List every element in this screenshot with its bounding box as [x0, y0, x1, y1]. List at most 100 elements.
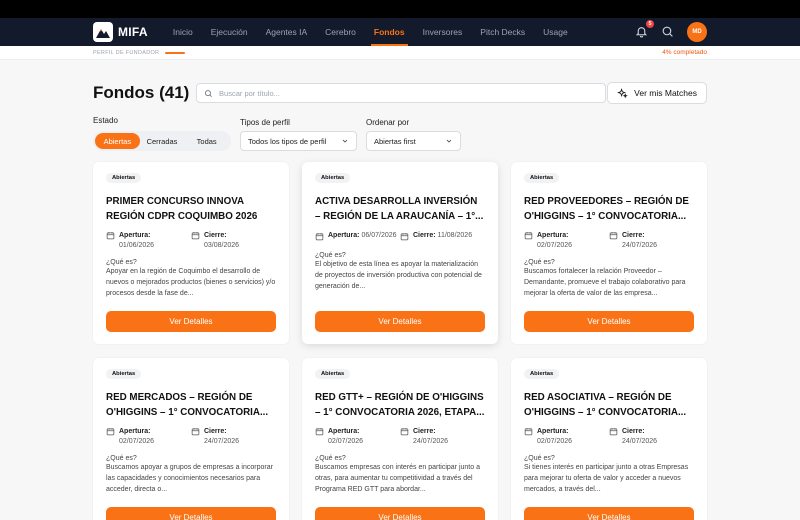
tipos-label: Tipos de perfil — [240, 118, 290, 127]
calendar-icon — [524, 232, 533, 240]
fund-description: Buscamos apoyar a grupos de empresas a i… — [106, 464, 273, 493]
cierre-date: Cierre: 24/07/2026 — [400, 427, 485, 447]
que-es-label: ¿Qué es? — [524, 455, 555, 462]
fund-dates: Apertura: 02/07/2026 Cierre: 24/07/2026 — [106, 427, 276, 447]
page-title: Fondos (41) — [93, 83, 190, 102]
calendar-icon — [524, 428, 533, 436]
cierre-date: Cierre: 24/07/2026 — [609, 231, 694, 251]
calendar-icon — [315, 232, 324, 240]
que-es-label: ¿Qué es? — [315, 455, 346, 462]
fund-card[interactable]: Abiertas RED PROVEEDORES – REGIÓN DE O'H… — [511, 162, 707, 344]
fund-description: Apoyar en la región de Coquimbo el desar… — [106, 268, 276, 297]
calendar-icon — [106, 232, 115, 240]
apertura-label: Apertura: — [537, 232, 569, 239]
apertura-date: Apertura: 02/07/2026 — [524, 231, 609, 251]
fund-title: ACTIVA DESARROLLA INVERSIÓN – REGIÓN DE … — [315, 196, 484, 222]
cierre-label: Cierre: — [622, 232, 645, 239]
fund-card[interactable]: Abiertas RED ASOCIATIVA – REGIÓN DE O'HI… — [511, 358, 707, 520]
fund-title: RED ASOCIATIVA – REGIÓN DE O'HIGGINS – 1… — [524, 392, 687, 418]
search-button[interactable] — [661, 25, 675, 39]
que-es-label: ¿Qué es? — [315, 252, 346, 259]
calendar-icon — [191, 232, 200, 240]
apertura-value: 01/06/2026 — [119, 242, 155, 249]
tipos-select[interactable]: Todos los tipos de perfil — [240, 131, 357, 151]
fund-card[interactable]: Abiertas ACTIVA DESARROLLA INVERSIÓN – R… — [302, 162, 498, 344]
main-content: Fondos (41) Ver mis Matches Estado Abier… — [0, 78, 800, 520]
logo[interactable]: MIFA — [93, 22, 148, 42]
notifications-button[interactable]: 5 — [635, 20, 654, 39]
search-box[interactable] — [196, 83, 607, 103]
estado-segmented-control: Abiertas Cerradas Todas — [93, 131, 231, 151]
fund-description: El objetivo de esta línea es apoyar la m… — [315, 261, 482, 290]
status-badge: Abiertas — [524, 369, 560, 379]
estado-label: Estado — [93, 116, 118, 125]
status-badge: Abiertas — [106, 369, 142, 379]
nav-item-pitch-decks[interactable]: Pitch Decks — [471, 18, 534, 46]
fund-dates: Apertura: 01/06/2026 Cierre: 03/08/2026 — [106, 231, 276, 251]
calendar-icon — [191, 428, 200, 436]
cierre-label: Cierre: — [622, 428, 645, 435]
cierre-label: Cierre: — [204, 428, 227, 435]
fund-card[interactable]: Abiertas PRIMER CONCURSO INNOVA REGIÓN C… — [93, 162, 289, 344]
cierre-label: Cierre: — [413, 232, 436, 239]
top-navbar: MIFA Inicio Ejecución Agentes IA Cerebro… — [0, 18, 800, 46]
nav-item-fondos[interactable]: Fondos — [365, 18, 414, 46]
see-details-button[interactable]: Ver Detalles — [524, 507, 694, 520]
estado-filter: Estado Abiertas Cerradas Todas — [93, 116, 240, 151]
cierre-date: Cierre: 11/08/2026 — [400, 231, 485, 241]
see-details-button[interactable]: Ver Detalles — [106, 311, 276, 332]
status-badge: Abiertas — [524, 173, 560, 183]
cierre-value: 24/07/2026 — [413, 438, 449, 445]
nav-item-agentes-ia[interactable]: Agentes IA — [257, 18, 317, 46]
estado-option-cerradas[interactable]: Cerradas — [140, 133, 185, 149]
see-matches-label: Ver mis Matches — [634, 88, 697, 98]
orden-select[interactable]: Abiertas first — [366, 131, 461, 151]
fund-card[interactable]: Abiertas RED GTT+ – REGIÓN DE O'HIGGINS … — [302, 358, 498, 520]
nav-item-inversores[interactable]: Inversores — [414, 18, 472, 46]
cierre-value: 24/07/2026 — [622, 438, 658, 445]
que-es-label: ¿Qué es? — [106, 259, 137, 266]
fund-dates: Apertura: 02/07/2026 Cierre: 24/07/2026 — [524, 231, 694, 251]
see-matches-button[interactable]: Ver mis Matches — [607, 82, 707, 104]
user-avatar[interactable]: MD — [687, 22, 707, 42]
apertura-date: Apertura: 01/06/2026 — [106, 231, 191, 251]
orden-label: Ordenar por — [366, 118, 410, 127]
profile-progress-bar — [165, 51, 186, 54]
fund-description: Buscamos empresas con interés en partici… — [315, 464, 480, 493]
see-details-button[interactable]: Ver Detalles — [106, 507, 276, 520]
apertura-value: 02/07/2026 — [537, 438, 573, 445]
search-icon — [662, 26, 673, 37]
page-header: Fondos (41) Ver mis Matches — [93, 78, 707, 108]
estado-option-todas[interactable]: Todas — [184, 133, 229, 149]
profile-progress-strip: PERFIL DE FUNDADOR 4% completado — [0, 46, 800, 60]
profile-progress-value: 4% completado — [662, 49, 707, 56]
apertura-label: Apertura: — [119, 232, 151, 239]
status-badge: Abiertas — [315, 369, 351, 379]
nav-item-cerebro[interactable]: Cerebro — [316, 18, 365, 46]
fund-title: RED MERCADOS – REGIÓN DE O'HIGGINS – 1° … — [106, 392, 269, 418]
search-input[interactable] — [219, 88, 599, 98]
nav-item-ejecucion[interactable]: Ejecución — [202, 18, 257, 46]
cierre-value: 24/07/2026 — [204, 438, 240, 445]
fund-dates: Apertura: 06/07/2026 Cierre: 11/08/2026 — [315, 231, 485, 241]
nav-item-inicio[interactable]: Inicio — [164, 18, 202, 46]
see-details-button[interactable]: Ver Detalles — [524, 311, 694, 332]
fund-dates: Apertura: 02/07/2026 Cierre: 24/07/2026 — [524, 427, 694, 447]
notification-count-badge: 5 — [646, 20, 654, 28]
see-details-button[interactable]: Ver Detalles — [315, 507, 485, 520]
cierre-label: Cierre: — [413, 428, 436, 435]
estado-option-abiertas[interactable]: Abiertas — [95, 133, 140, 149]
fund-dates: Apertura: 02/07/2026 Cierre: 24/07/2026 — [315, 427, 485, 447]
see-details-button[interactable]: Ver Detalles — [315, 311, 485, 332]
orden-select-value: Abiertas first — [374, 136, 416, 146]
fund-description: Si tienes interés en participar junto a … — [524, 464, 689, 493]
filters-bar: Estado Abiertas Cerradas Todas Tipos de … — [93, 116, 707, 151]
tipos-filter: Tipos de perfil Todos los tipos de perfi… — [240, 118, 366, 151]
nav-actions: 5 MD — [635, 20, 707, 42]
cierre-date: Cierre: 24/07/2026 — [191, 427, 276, 447]
apertura-value: 02/07/2026 — [119, 438, 155, 445]
fund-card[interactable]: Abiertas RED MERCADOS – REGIÓN DE O'HIGG… — [93, 358, 289, 520]
nav-item-usage[interactable]: Usage — [534, 18, 577, 46]
cierre-date: Cierre: 03/08/2026 — [191, 231, 276, 251]
fund-title: RED PROVEEDORES – REGIÓN DE O'HIGGINS – … — [524, 196, 689, 222]
